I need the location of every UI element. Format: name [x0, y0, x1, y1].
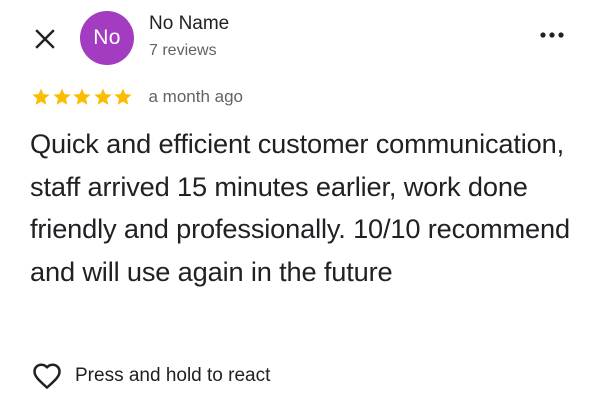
star-icon: [32, 88, 50, 105]
more-horizontal-icon: [540, 32, 564, 38]
reviewer-review-count: 7 reviews: [149, 42, 217, 59]
avatar-initials: No: [93, 26, 121, 49]
review-card: No No Name 7 reviews a month ago Quick a…: [0, 0, 600, 416]
avatar[interactable]: No: [80, 11, 134, 65]
close-button[interactable]: [28, 22, 62, 56]
reviewer-name: No Name: [149, 13, 230, 34]
star-icon: [73, 88, 91, 105]
reviewer-info[interactable]: No Name 7 reviews: [149, 12, 229, 62]
star-icon: [52, 88, 71, 105]
review-date: a month ago: [148, 87, 244, 106]
react-label: Press and hold to react: [75, 365, 271, 386]
review-text: Quick and efficient customer communicati…: [30, 128, 570, 287]
rating-row: a month ago: [31, 84, 243, 110]
star-icon: [114, 88, 132, 105]
star-icon: [93, 88, 112, 105]
close-icon: [35, 29, 55, 49]
star-rating: [31, 87, 134, 107]
more-options-button[interactable]: [530, 18, 574, 52]
react-button[interactable]: Press and hold to react: [32, 360, 270, 392]
heart-outline-icon: [33, 363, 61, 389]
